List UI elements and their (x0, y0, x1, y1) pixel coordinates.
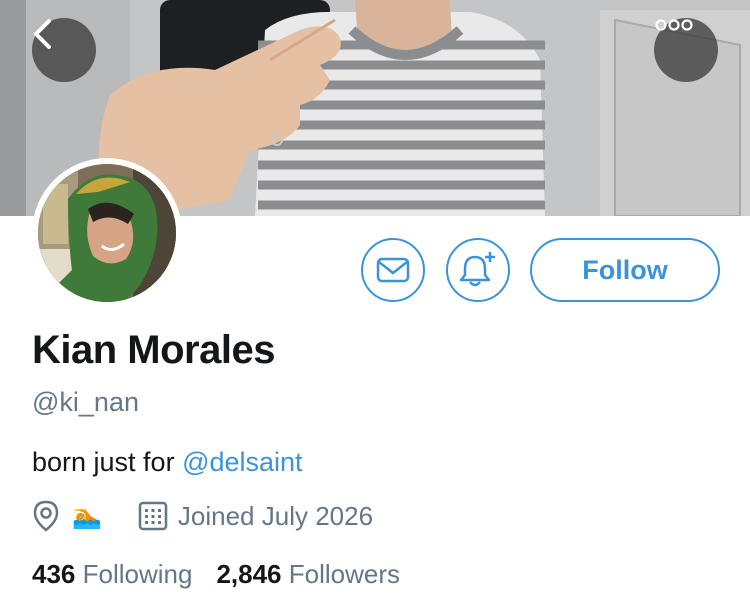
bio-text: born just for (32, 447, 183, 477)
followers-stat[interactable]: 2,846 Followers (216, 559, 400, 590)
bio: born just for @delsaint (32, 447, 303, 478)
more-icon (655, 19, 693, 31)
bio-mention-link[interactable]: @delsaint (182, 447, 302, 477)
back-button[interactable] (32, 18, 96, 82)
followers-count: 2,846 (216, 559, 282, 589)
bell-plus-icon (459, 252, 495, 287)
following-label: Following (82, 559, 193, 589)
calendar-icon (138, 501, 168, 531)
location-emoji: 🏊 (72, 502, 102, 530)
location-pin-icon (32, 500, 60, 532)
chevron-left-icon (34, 19, 51, 49)
profile-avatar[interactable] (32, 158, 182, 308)
display-name: Kian Morales (32, 328, 275, 372)
following-count: 436 (32, 559, 76, 589)
joined-date: Joined July 2026 (177, 500, 374, 531)
follow-button[interactable]: Follow (530, 238, 720, 302)
envelope-icon (376, 257, 410, 283)
profile-stats: 436 Following 2,846 Followers (32, 559, 400, 590)
more-button[interactable] (654, 18, 718, 82)
notifications-button[interactable] (446, 238, 510, 302)
avatar-image (38, 164, 176, 302)
followers-label: Followers (288, 559, 401, 589)
message-button[interactable] (361, 238, 425, 302)
user-handle: @ki_nan (32, 387, 139, 417)
profile-meta: 🏊 Joined July 2026 (32, 499, 373, 533)
following-stat[interactable]: 436 Following (32, 559, 192, 590)
